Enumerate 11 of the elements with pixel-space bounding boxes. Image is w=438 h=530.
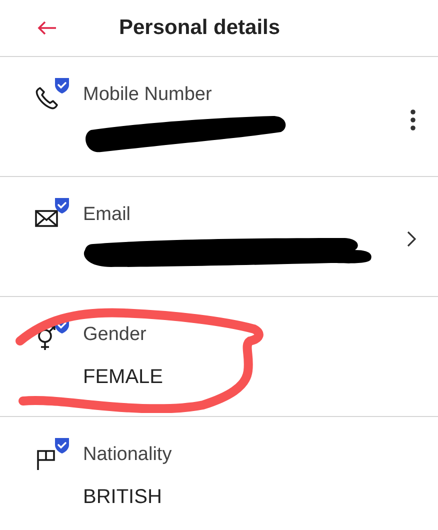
chevron-right-icon[interactable] bbox=[407, 231, 416, 247]
field-label: Mobile Number bbox=[83, 83, 213, 107]
back-arrow-icon bbox=[37, 20, 57, 36]
field-value: BRITISH bbox=[83, 484, 163, 510]
phone-icon bbox=[34, 85, 60, 111]
page-title: Personal details bbox=[119, 15, 280, 42]
more-options-icon[interactable] bbox=[410, 109, 416, 131]
field-label: Nationality bbox=[83, 443, 173, 467]
field-label: Email bbox=[83, 203, 132, 227]
field-label: Gender bbox=[83, 323, 148, 347]
field-value: FEMALE bbox=[83, 364, 164, 390]
